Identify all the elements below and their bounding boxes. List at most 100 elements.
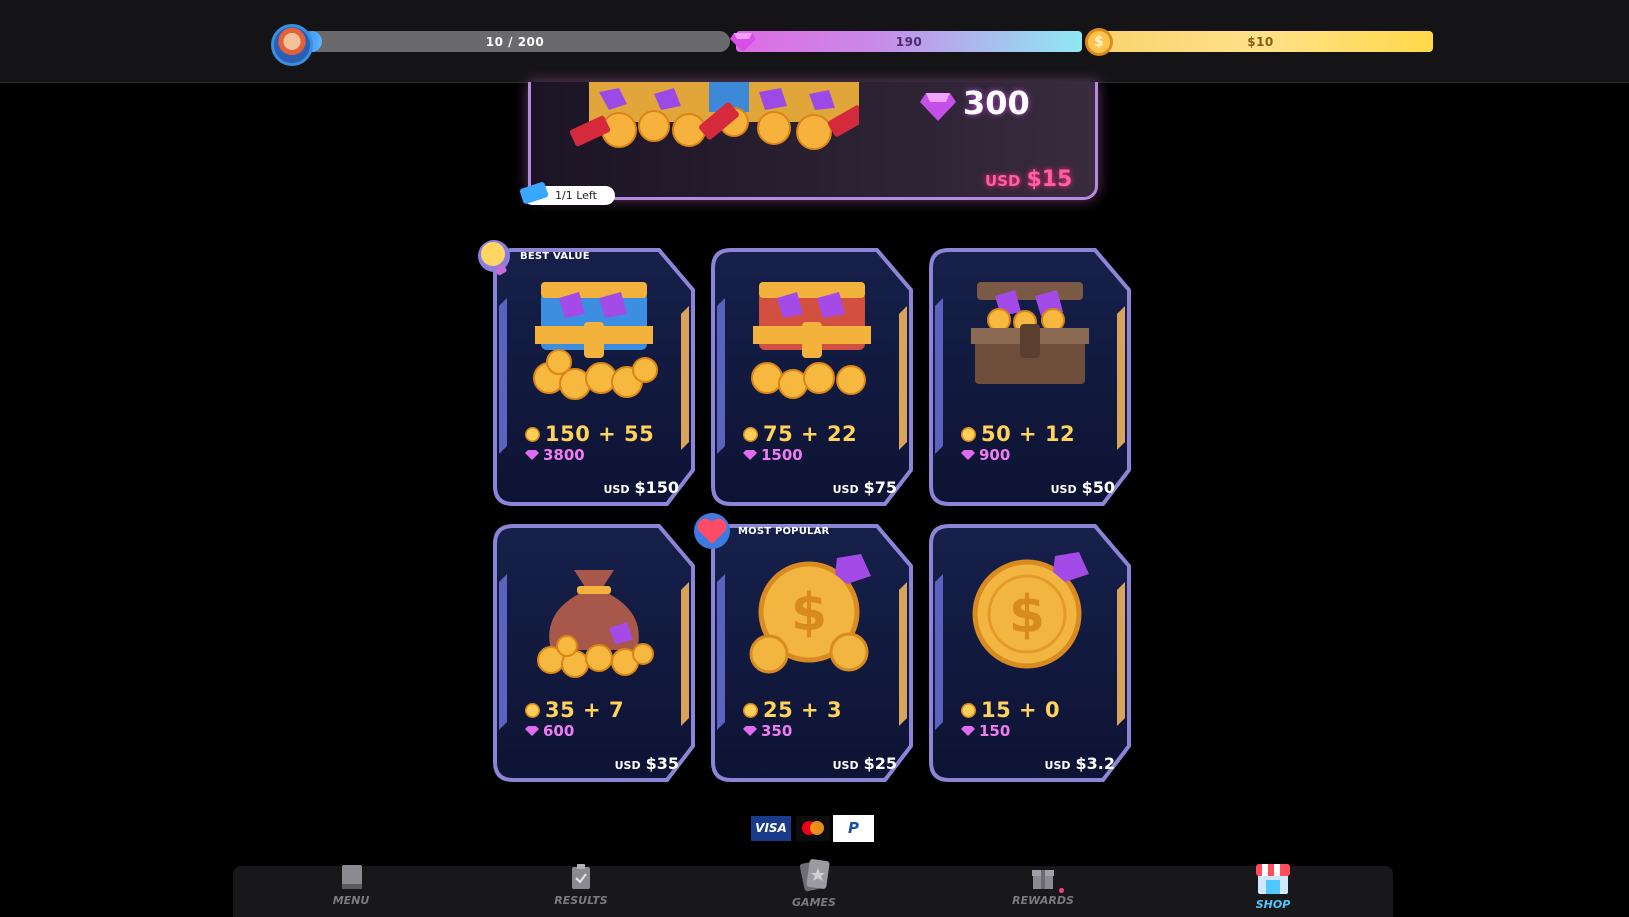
pack-price[interactable]: USD $150 (603, 478, 679, 497)
pack-gems: 1500 (743, 446, 803, 464)
pack-price-value: $150 (634, 478, 679, 497)
pack-gems-value: 150 (979, 722, 1011, 740)
gem-balance-text: 190 (895, 34, 923, 49)
pack-coins-value: 15 + 0 (981, 698, 1061, 722)
pack-card[interactable]: 150 + 55 3800 USD $150 (491, 246, 697, 508)
featured-gem-amount: 300 (963, 84, 1030, 122)
pack-gems-value: 350 (761, 722, 793, 740)
coin-bag-icon (529, 550, 659, 680)
pack-coins: 50 + 12 (961, 422, 1075, 446)
gem-icon (920, 93, 956, 121)
cash-balance-bar[interactable]: $10 (1088, 31, 1433, 52)
featured-price-value: $15 (1026, 167, 1073, 192)
player-avatar[interactable] (271, 24, 313, 66)
heart-icon (694, 513, 730, 549)
mastercard-logo (796, 816, 830, 841)
xp-progress-text: 10 / 200 (485, 34, 545, 49)
notification-dot (1059, 888, 1064, 893)
pack-gems-value: 1500 (761, 446, 803, 464)
pack-price[interactable]: USD $35 (615, 754, 679, 773)
pack-card[interactable]: 35 + 7 600 USD $35 (491, 522, 697, 784)
pack-coins: 35 + 7 (525, 698, 624, 722)
coin-icon (525, 426, 540, 442)
visa-logo: VISA (751, 816, 791, 841)
blue-chest-icon (529, 274, 659, 404)
nav-shop[interactable]: SHOP (1223, 862, 1323, 917)
pack-coins: 15 + 0 (961, 698, 1060, 722)
pack-currency: USD (1044, 759, 1071, 772)
pack-gems: 900 (961, 446, 1010, 464)
nav-results-label: RESULTS (554, 894, 608, 907)
cash-balance-text: $10 (1247, 34, 1274, 49)
pack-currency: USD (614, 759, 641, 772)
top-status-bar: 10 / 200 190 $10 $ (0, 0, 1629, 83)
gem-icon (730, 33, 756, 52)
treasure-chest-dynamite-icon (569, 82, 859, 150)
coin-icon (525, 702, 540, 718)
gem-icon (525, 450, 539, 460)
gem-icon (743, 450, 757, 460)
clipboard-icon (572, 864, 590, 889)
nav-games-label: GAMES (792, 896, 836, 909)
nav-games[interactable]: GAMES (764, 856, 864, 911)
pack-price-value: $50 (1081, 478, 1115, 497)
lightbulb-icon (478, 240, 510, 276)
coin-icon (743, 702, 758, 718)
pack-gems: 350 (743, 722, 792, 740)
book-icon (342, 865, 362, 889)
ticket-icon (519, 182, 549, 204)
nav-shop-label: SHOP (1255, 898, 1291, 911)
pack-gems: 150 (961, 722, 1010, 740)
pack-gems: 3800 (525, 446, 585, 464)
pack-coins-value: 50 + 12 (981, 422, 1076, 446)
svg-text:$: $ (791, 583, 827, 643)
pack-price[interactable]: USD $75 (833, 478, 897, 497)
nav-rewards-label: REWARDS (1012, 894, 1074, 907)
pack-price[interactable]: USD $50 (1051, 478, 1115, 497)
nav-rewards[interactable]: REWARDS (993, 862, 1093, 917)
nav-menu[interactable]: MENU (301, 862, 401, 917)
single-coin-icon: $ (965, 550, 1095, 680)
nav-results[interactable]: RESULTS (531, 862, 631, 917)
shop-icon (1256, 864, 1290, 894)
pack-coins: 25 + 3 (743, 698, 842, 722)
gem-icon (961, 450, 975, 460)
featured-price[interactable]: USD $15 (985, 167, 1072, 192)
pack-price-value: $35 (645, 754, 679, 773)
pack-currency: USD (832, 759, 859, 772)
pack-coins-value: 35 + 7 (545, 698, 625, 722)
pack-currency: USD (832, 483, 859, 496)
cards-icon (799, 859, 830, 892)
pack-gems: 600 (525, 722, 574, 740)
pack-gems-value: 900 (979, 446, 1011, 464)
gem-icon (743, 726, 757, 736)
gem-balance-bar[interactable]: 190 (736, 31, 1082, 52)
nav-menu-label: MENU (332, 894, 370, 907)
coin-stack-icon: $ (747, 550, 877, 680)
pack-card[interactable]: $ 25 + 3 350 USD $25 (709, 522, 915, 784)
pack-price[interactable]: USD $3.2 (1045, 754, 1115, 773)
pack-coins-value: 25 + 3 (763, 698, 843, 722)
coin-icon (743, 426, 758, 442)
featured-currency: USD (985, 172, 1021, 190)
pack-card[interactable]: $ 15 + 0 150 USD $3.2 (927, 522, 1133, 784)
pack-currency: USD (1050, 483, 1077, 496)
gift-icon (1032, 870, 1054, 889)
pack-price-value: $75 (863, 478, 897, 497)
pack-currency: USD (603, 483, 630, 496)
xp-progress-bar: 10 / 200 (300, 31, 730, 52)
pack-price-value: $25 (863, 754, 897, 773)
pack-coins-value: 75 + 22 (763, 422, 858, 446)
pack-coins: 150 + 55 (525, 422, 654, 446)
pack-card[interactable]: 50 + 12 900 USD $50 (927, 246, 1133, 508)
pack-coins: 75 + 22 (743, 422, 857, 446)
red-chest-icon (747, 274, 877, 404)
pack-price[interactable]: USD $25 (833, 754, 897, 773)
pack-coins-value: 150 + 55 (545, 422, 655, 446)
pack-card[interactable]: 75 + 22 1500 USD $75 (709, 246, 915, 508)
coin-icon (961, 702, 976, 718)
coin-icon (961, 426, 976, 442)
coin-icon: $ (1085, 28, 1113, 56)
pack-gems-value: 3800 (543, 446, 585, 464)
svg-text:$: $ (1009, 585, 1045, 645)
